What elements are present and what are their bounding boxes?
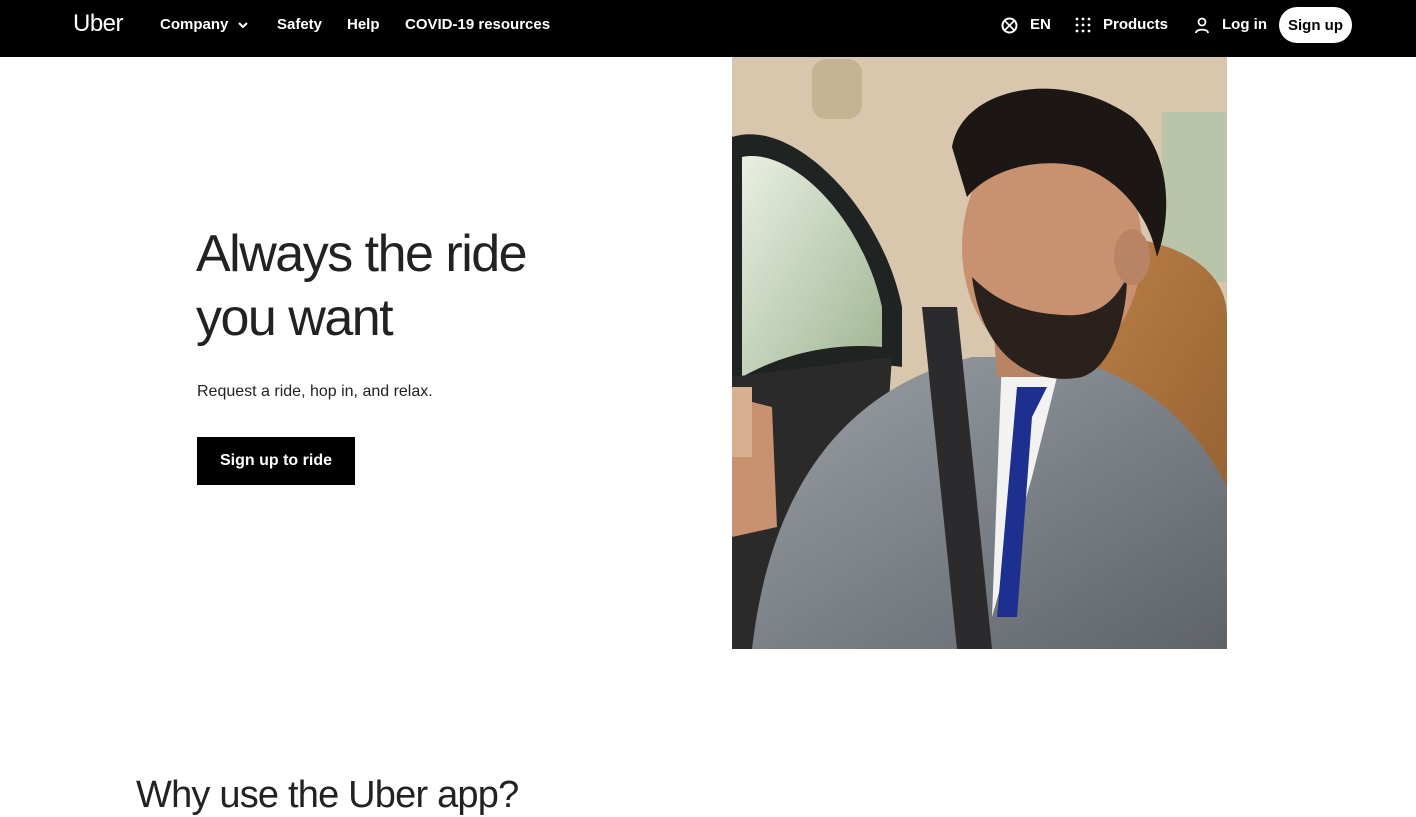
hero-title-line-1: Always the ride (196, 225, 528, 283)
hero-image (732, 57, 1227, 649)
language-selector[interactable]: EN (1001, 16, 1051, 34)
user-icon (1194, 17, 1210, 34)
language-label: EN (1030, 16, 1051, 33)
products-label: Products (1103, 16, 1169, 33)
hero-subtitle: Request a ride, hop in, and relax. (197, 383, 433, 400)
top-navigation-bar: Uber Company Safety Help COVID-19 resour… (0, 0, 1416, 57)
nav-company-menu[interactable]: Company (160, 16, 250, 34)
nav-company-label: Company (160, 16, 229, 33)
hero-title-line-2: you want (196, 289, 394, 347)
uber-logo[interactable]: Uber (73, 10, 124, 38)
signup-button[interactable]: Sign up (1279, 7, 1352, 43)
globe-icon (1001, 17, 1018, 34)
signup-to-ride-button[interactable]: Sign up to ride (197, 437, 355, 485)
nav-covid-link[interactable]: COVID-19 resources (405, 16, 550, 34)
why-use-uber-heading: Why use the Uber app? (136, 774, 519, 816)
hero-title: Always the ride you want (196, 222, 616, 350)
chevron-down-icon (236, 18, 250, 32)
nav-safety-link[interactable]: Safety (277, 16, 322, 34)
login-label: Log in (1222, 16, 1267, 33)
nav-help-link[interactable]: Help (347, 16, 380, 34)
login-link[interactable]: Log in (1194, 16, 1267, 34)
grid-icon (1075, 17, 1091, 33)
products-menu[interactable]: Products (1075, 16, 1168, 34)
